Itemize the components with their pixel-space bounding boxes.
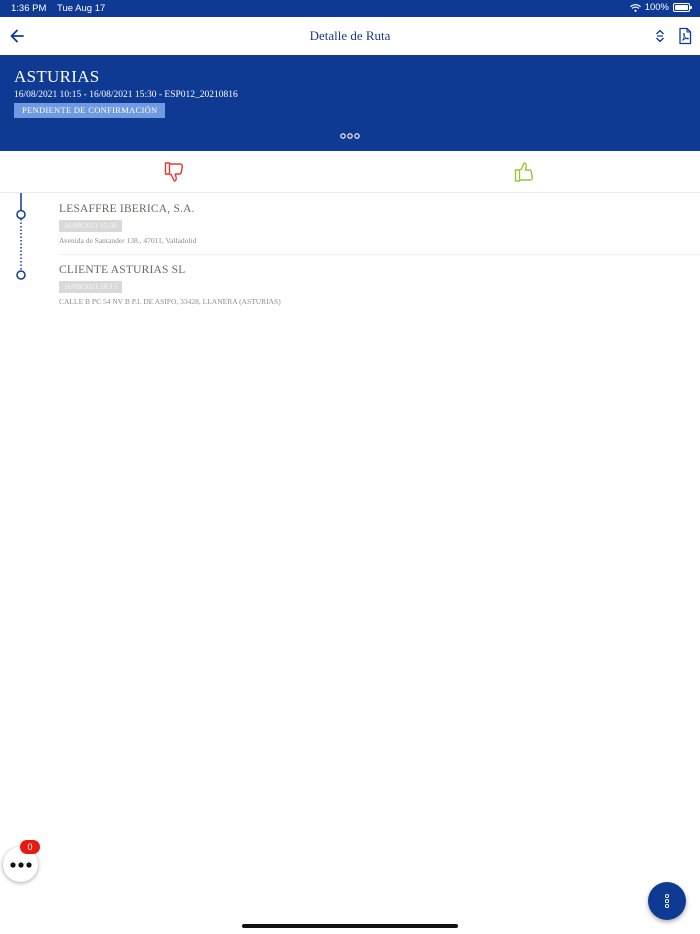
stop-name: LESAFFRE IBERICA, S.A.	[59, 203, 195, 215]
battery-level	[675, 5, 688, 10]
status-date: Tue Aug 17	[57, 3, 106, 14]
timeline-line	[16, 193, 26, 280]
sort-icon[interactable]	[652, 27, 668, 45]
status-bar: 1:36 PM Tue Aug 17 100%	[0, 0, 700, 17]
stop-time: 16/08/2021 15:30	[59, 220, 123, 232]
more-horizontal-icon	[10, 862, 32, 868]
divider	[59, 254, 700, 255]
status-time: 1:36 PM	[11, 3, 47, 14]
nav-bar: Detalle de Ruta	[0, 17, 700, 55]
wifi-icon	[629, 3, 641, 12]
notification-badge: 0	[20, 840, 40, 854]
stop-address: CALLE B PC 54 NV B P.I. DE ASIPO, 33428,…	[59, 297, 281, 306]
pdf-icon[interactable]	[677, 27, 693, 45]
status-badge: PENDIENTE DE CONFIRMACIÓN	[14, 103, 166, 118]
page-title: Detalle de Ruta	[309, 28, 391, 43]
more-horizontal-icon[interactable]	[339, 132, 361, 140]
list-item[interactable]: LESAFFRE IBERICA, S.A. 16/08/2021 15:30 …	[59, 203, 700, 245]
battery-icon	[673, 3, 692, 12]
battery-percent: 100%	[644, 2, 669, 13]
stop-marker	[16, 270, 26, 280]
thumbs-down-icon[interactable]	[163, 160, 187, 184]
confirmation-actions	[0, 151, 700, 193]
route-name: ASTURIAS	[14, 67, 100, 86]
stop-name: CLIENTE ASTURIAS SL	[59, 264, 186, 276]
options-button[interactable]	[648, 882, 686, 920]
home-indicator[interactable]	[242, 924, 458, 928]
route-header: ASTURIAS 16/08/2021 10:15 - 16/08/2021 1…	[0, 55, 700, 151]
list-item[interactable]: CLIENTE ASTURIAS SL 16/08/2021 18:15 CAL…	[59, 264, 700, 306]
thumbs-up-icon[interactable]	[513, 160, 537, 184]
stop-time: 16/08/2021 18:15	[59, 281, 123, 293]
stop-marker	[16, 209, 26, 220]
stops-timeline: LESAFFRE IBERICA, S.A. 16/08/2021 15:30 …	[0, 193, 700, 313]
more-vertical-icon	[664, 893, 670, 909]
route-info: 16/08/2021 10:15 - 16/08/2021 15:30 - ES…	[14, 90, 238, 100]
stop-address: Avenida de Santander 138., 47011, Vallad…	[59, 236, 197, 245]
